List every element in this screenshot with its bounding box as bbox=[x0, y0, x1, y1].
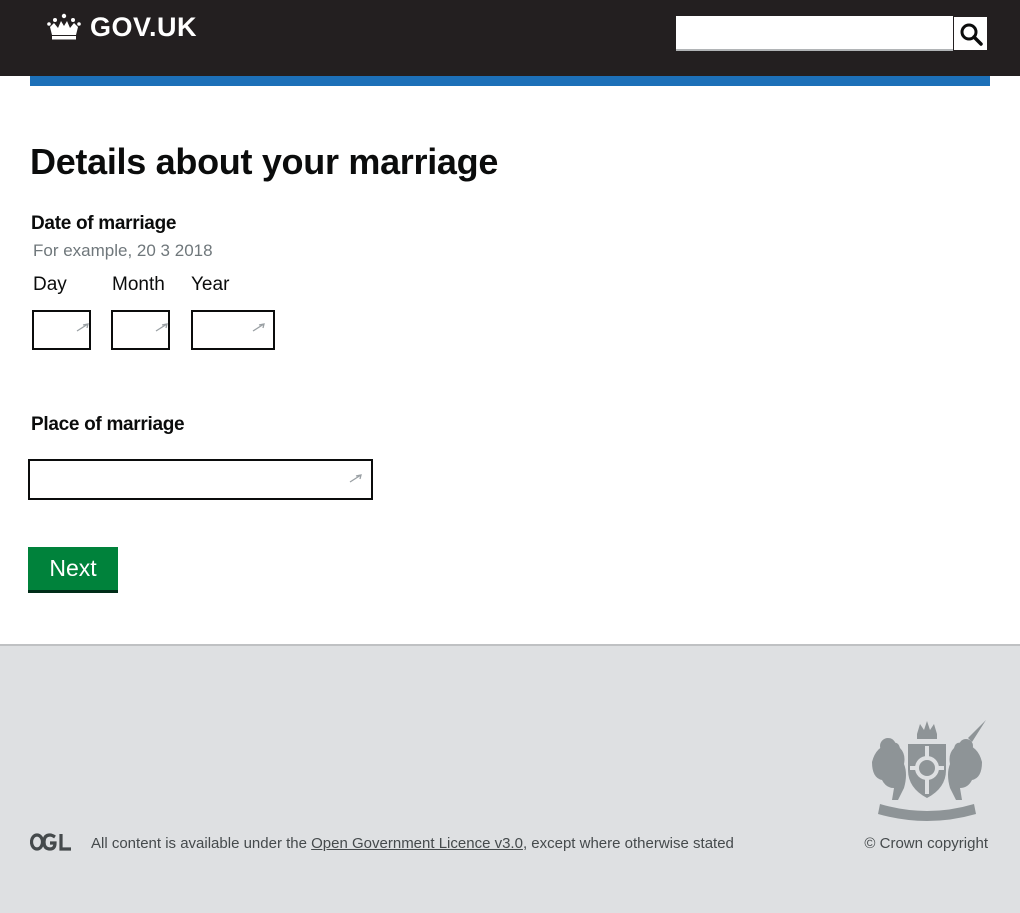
licence-prefix: All content is available under the bbox=[91, 835, 312, 852]
day-label: Day bbox=[33, 274, 67, 295]
logo-text: GOV.UK bbox=[90, 12, 198, 42]
govuk-logo-link[interactable]: GOV.UK bbox=[46, 12, 197, 42]
crown-icon bbox=[47, 13, 81, 40]
licence-suffix: , except where otherwise stated bbox=[522, 835, 734, 852]
site-footer: All content is available under the Open … bbox=[0, 644, 1020, 913]
month-label: Month bbox=[112, 274, 165, 295]
next-button[interactable]: Next bbox=[28, 547, 118, 593]
place-of-marriage-input[interactable] bbox=[28, 459, 373, 500]
site-header: GOV.UK bbox=[0, 0, 1020, 76]
date-hint: For example, 20 3 2018 bbox=[33, 241, 213, 260]
place-of-marriage-label: Place of marriage bbox=[31, 414, 185, 435]
year-label: Year bbox=[191, 274, 230, 295]
crown-copyright-link[interactable]: © Crown copyright bbox=[864, 834, 988, 854]
header-blue-stripe bbox=[30, 76, 990, 86]
autofill-icon bbox=[252, 323, 265, 332]
date-of-marriage-legend: Date of marriage bbox=[31, 213, 177, 234]
autofill-icon bbox=[155, 323, 168, 332]
search-button[interactable] bbox=[953, 16, 988, 51]
ogl-logo bbox=[30, 833, 71, 851]
licence-text: All content is available under the Open … bbox=[91, 834, 734, 854]
autofill-icon bbox=[349, 474, 362, 483]
search-icon bbox=[960, 23, 983, 46]
search-input[interactable] bbox=[676, 16, 953, 51]
royal-crest bbox=[872, 720, 986, 821]
page-title: Details about your marriage bbox=[30, 141, 499, 182]
autofill-icon bbox=[76, 323, 89, 332]
open-government-licence-link[interactable]: Open Government Licence v3.0 bbox=[311, 835, 523, 852]
